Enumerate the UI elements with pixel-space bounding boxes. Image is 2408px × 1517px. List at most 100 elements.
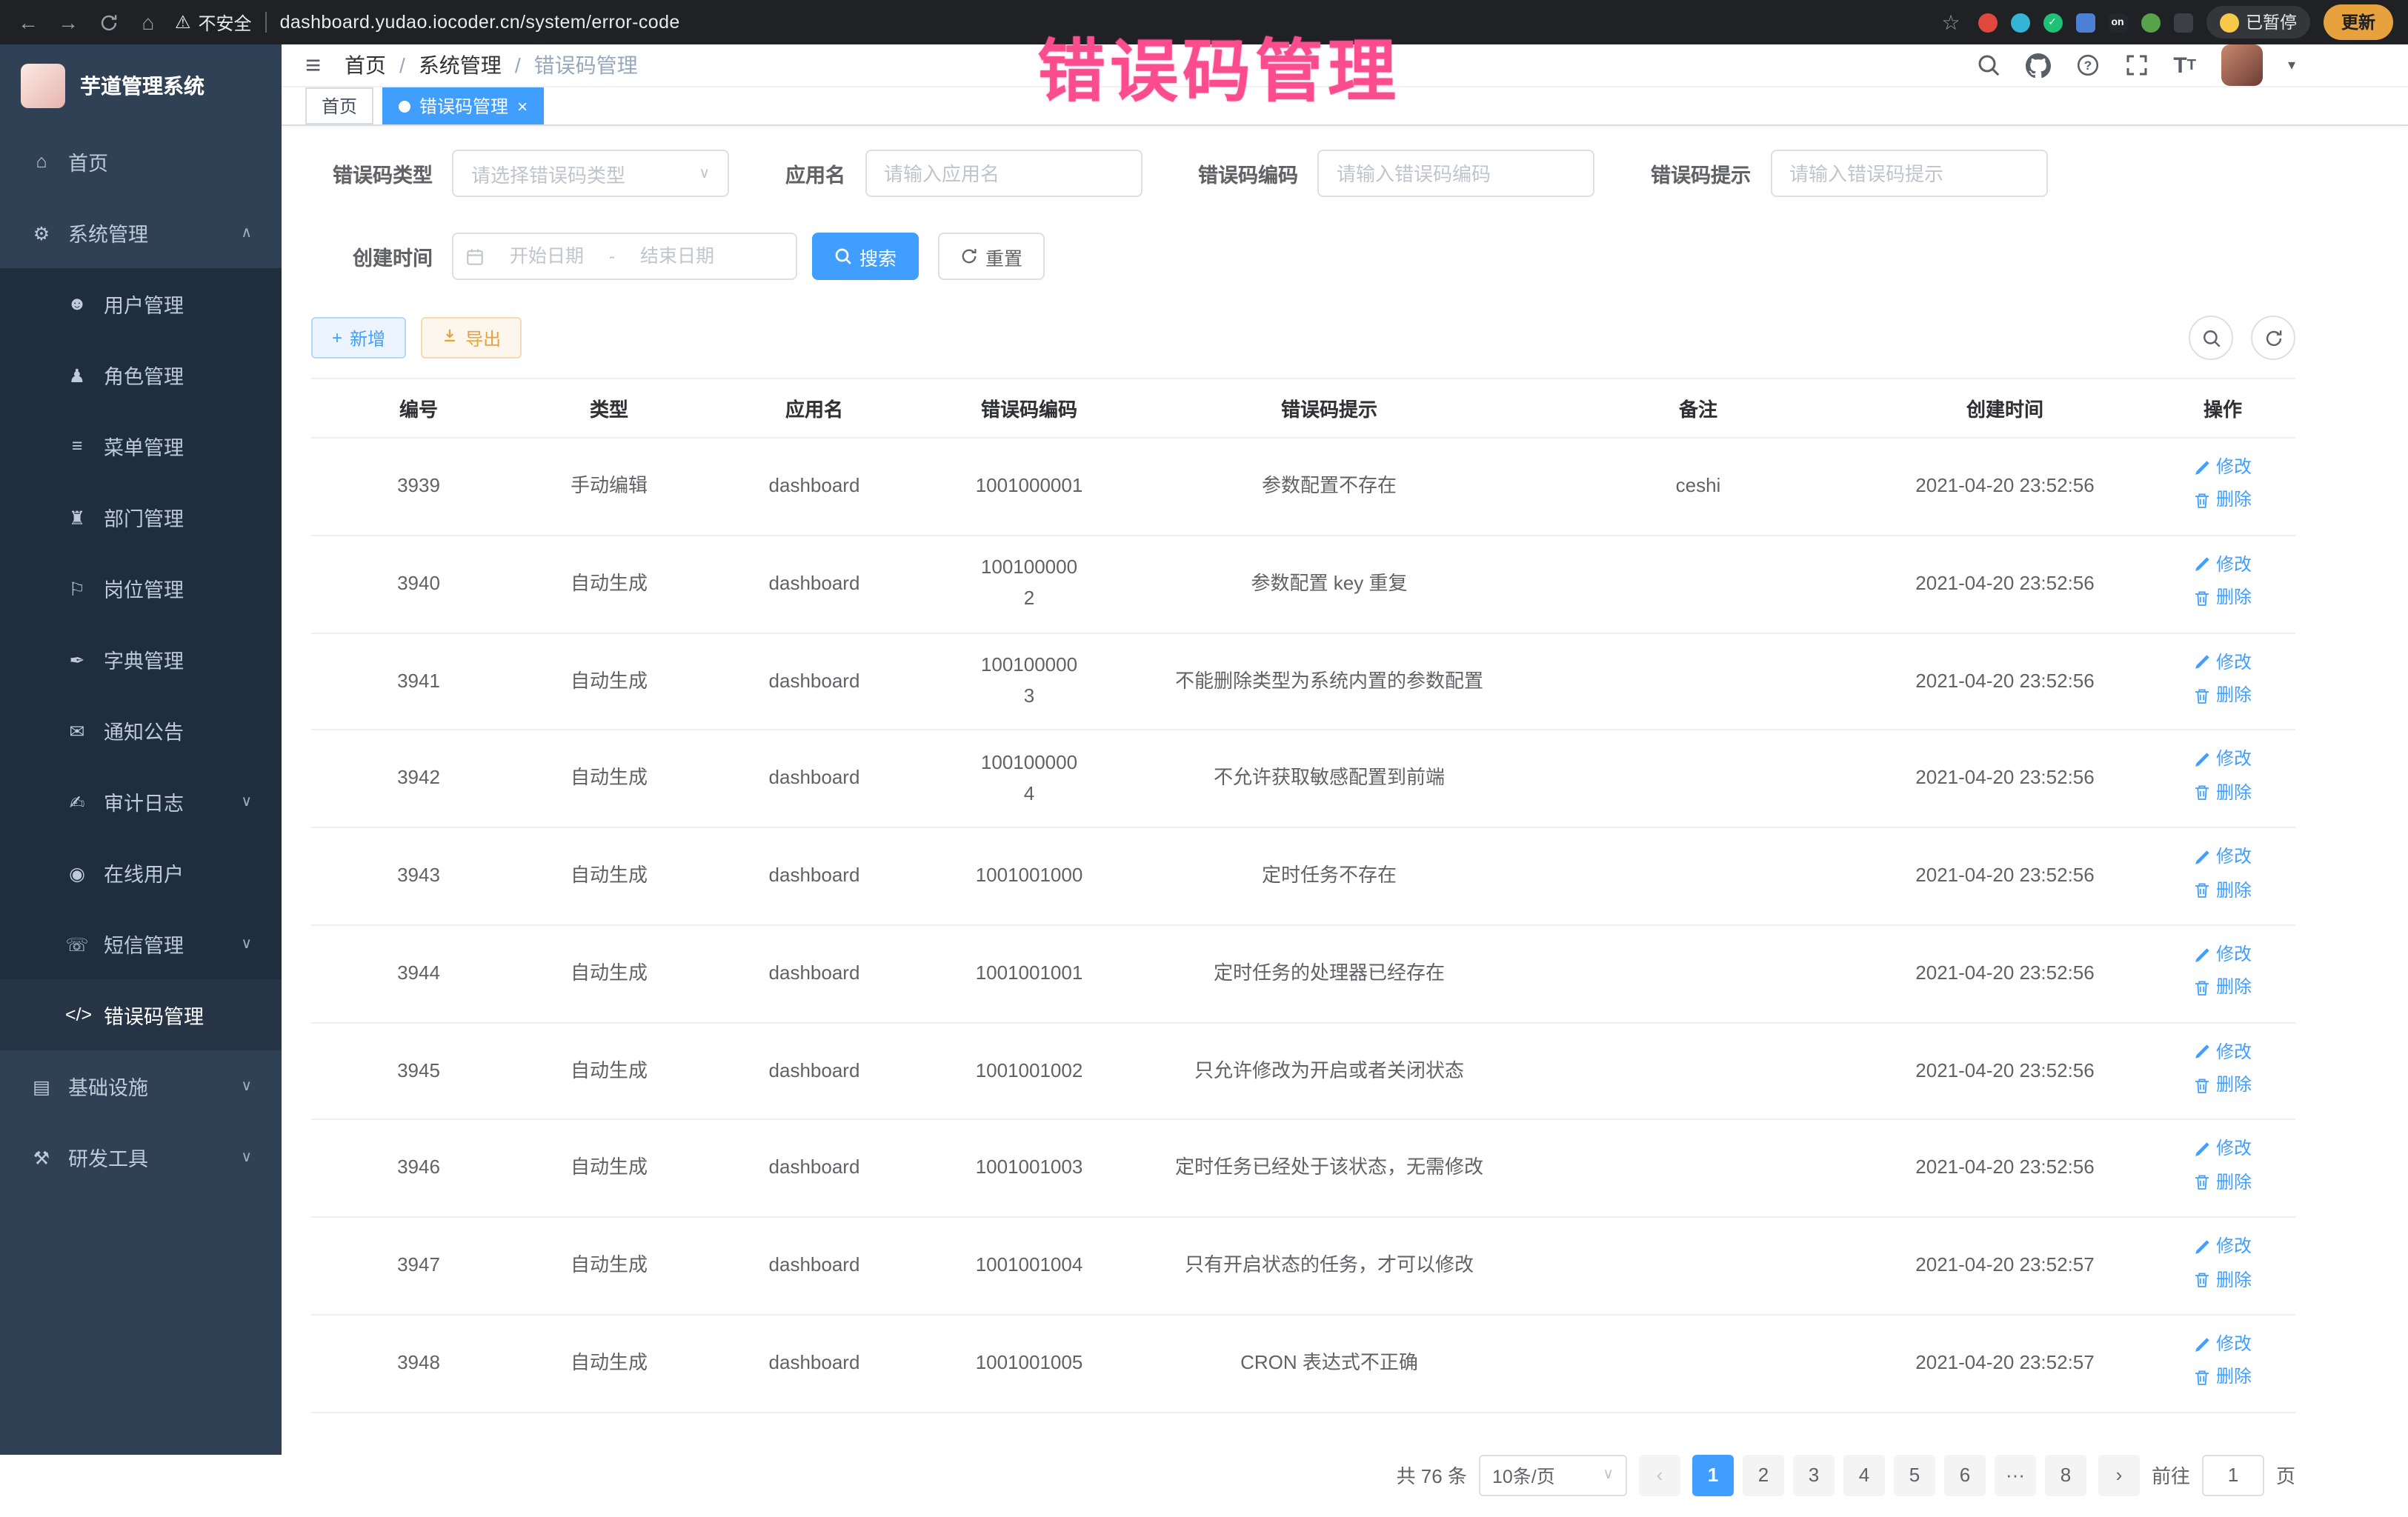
help-icon[interactable]: ? bbox=[2075, 53, 2099, 77]
pager-page-button[interactable]: 8 bbox=[2045, 1455, 2086, 1496]
tab-error-code[interactable]: 错误码管理 × bbox=[382, 87, 544, 124]
add-button[interactable]: + 新增 bbox=[311, 317, 406, 359]
cell-time: 2021-04-20 23:52:56 bbox=[1860, 633, 2150, 730]
edit-link[interactable]: 修改 bbox=[2194, 453, 2252, 481]
delete-link[interactable]: 删除 bbox=[2194, 1071, 2252, 1099]
sidebar-item-gear[interactable]: ⚙系统管理∧ bbox=[0, 197, 282, 268]
page-size-select[interactable]: 10条/页 ∨ bbox=[1479, 1455, 1627, 1496]
edit-link[interactable]: 修改 bbox=[2194, 648, 2252, 676]
paused-badge[interactable]: 已暂停 bbox=[2206, 6, 2310, 39]
end-date-input[interactable] bbox=[618, 246, 736, 267]
logo-row[interactable]: 芋道管理系统 bbox=[0, 44, 282, 126]
start-date-input[interactable] bbox=[488, 246, 606, 267]
sidebar-item-user[interactable]: ☻用户管理 bbox=[0, 268, 282, 339]
extension-blue-grid-icon[interactable] bbox=[2075, 13, 2095, 32]
update-button[interactable]: 更新 bbox=[2324, 4, 2393, 40]
edit-link[interactable]: 修改 bbox=[2194, 1233, 2252, 1261]
refresh-table-button[interactable] bbox=[2251, 316, 2295, 360]
bookmark-star-icon[interactable]: ☆ bbox=[1938, 10, 1964, 35]
date-range-picker[interactable]: - bbox=[452, 233, 797, 280]
app-name-input[interactable] bbox=[865, 150, 1142, 197]
breadcrumb-item-home[interactable]: 首页 bbox=[345, 50, 386, 80]
delete-link[interactable]: 删除 bbox=[2194, 487, 2252, 515]
search-icon[interactable] bbox=[1976, 53, 2000, 77]
url-bar[interactable]: dashboard.yudao.iocoder.cn/system/error-… bbox=[280, 12, 680, 33]
extension-red-icon[interactable] bbox=[1978, 13, 1997, 32]
sidebar-item-label: 部门管理 bbox=[104, 502, 184, 532]
sidebar-item-post[interactable]: ⚐岗位管理 bbox=[0, 553, 282, 624]
pager-page-button[interactable]: 2 bbox=[1743, 1455, 1784, 1496]
pager-page-button[interactable]: 3 bbox=[1793, 1455, 1835, 1496]
cell-time: 2021-04-20 23:52:56 bbox=[1860, 1120, 2150, 1218]
sidebar-item-notice[interactable]: ✉通知公告 bbox=[0, 695, 282, 766]
edit-link[interactable]: 修改 bbox=[2194, 843, 2252, 871]
forward-icon[interactable]: → bbox=[55, 10, 82, 34]
sidebar-item-home[interactable]: ⌂首页 bbox=[0, 126, 282, 197]
extension-on-badge-icon[interactable]: on bbox=[2108, 13, 2127, 32]
error-code-input[interactable] bbox=[1317, 150, 1594, 197]
edit-link[interactable]: 修改 bbox=[2194, 746, 2252, 774]
error-type-select[interactable]: 请选择错误码类型 ∨ bbox=[452, 150, 729, 197]
sidebar-item-audit-log[interactable]: ✍审计日志∨ bbox=[0, 766, 282, 837]
filter-row-1: 错误码类型 请选择错误码类型 ∨ 应用名 错误码编码 错误码提示 bbox=[311, 150, 2295, 197]
delete-link[interactable]: 删除 bbox=[2194, 778, 2252, 807]
pager-page-button[interactable]: 4 bbox=[1843, 1455, 1885, 1496]
edit-link[interactable]: 修改 bbox=[2194, 1038, 2252, 1066]
error-message-input[interactable] bbox=[1770, 150, 2047, 197]
delete-link[interactable]: 删除 bbox=[2194, 1266, 2252, 1294]
toggle-search-button[interactable] bbox=[2189, 316, 2233, 360]
hamburger-icon[interactable]: ≡ bbox=[305, 50, 321, 81]
pager-page-button[interactable]: 6 bbox=[1944, 1455, 1986, 1496]
calendar-icon bbox=[465, 247, 485, 266]
back-icon[interactable]: ← bbox=[15, 10, 41, 34]
delete-link[interactable]: 删除 bbox=[2194, 584, 2252, 612]
pager-page-button[interactable]: 1 bbox=[1692, 1455, 1734, 1496]
sidebar-item-department[interactable]: ♜部门管理 bbox=[0, 481, 282, 553]
breadcrumb-item-system[interactable]: 系统管理 bbox=[419, 50, 502, 80]
cell-app: dashboard bbox=[692, 536, 937, 633]
extension-teal-icon[interactable] bbox=[2010, 13, 2029, 32]
sidebar-item-dictionary[interactable]: ✒字典管理 bbox=[0, 624, 282, 695]
fullscreen-icon[interactable] bbox=[2124, 53, 2148, 77]
sidebar-item-menu-list[interactable]: ≡菜单管理 bbox=[0, 410, 282, 481]
delete-link[interactable]: 删除 bbox=[2194, 876, 2252, 904]
export-button[interactable]: 导出 bbox=[421, 317, 522, 359]
delete-link[interactable]: 删除 bbox=[2194, 974, 2252, 1002]
reload-icon[interactable] bbox=[95, 13, 122, 32]
edit-link[interactable]: 修改 bbox=[2194, 551, 2252, 579]
goto-page-input[interactable] bbox=[2202, 1455, 2264, 1496]
close-icon[interactable]: × bbox=[517, 97, 528, 115]
font-size-icon[interactable]: TT bbox=[2173, 53, 2196, 78]
sidebar-item-label: 短信管理 bbox=[104, 929, 184, 958]
sidebar-item-label: 通知公告 bbox=[104, 716, 184, 745]
extension-green-check-icon[interactable]: ✓ bbox=[2043, 13, 2062, 32]
reset-button[interactable]: 重置 bbox=[938, 233, 1045, 280]
pager-page-button[interactable]: 5 bbox=[1894, 1455, 1935, 1496]
sidebar-item-online-user[interactable]: ◉在线用户 bbox=[0, 837, 282, 908]
delete-link[interactable]: 删除 bbox=[2194, 681, 2252, 710]
avatar[interactable] bbox=[2221, 44, 2263, 86]
extension-leaf-icon[interactable] bbox=[2141, 13, 2160, 32]
sidebar-item-role[interactable]: ♟角色管理 bbox=[0, 339, 282, 410]
edit-link[interactable]: 修改 bbox=[2194, 1136, 2252, 1164]
delete-link[interactable]: 删除 bbox=[2194, 1364, 2252, 1392]
sidebar-item-infrastructure[interactable]: ▤基础设施∨ bbox=[0, 1050, 282, 1121]
sidebar-item-dev-tools[interactable]: ⚒研发工具∨ bbox=[0, 1121, 282, 1193]
next-page-button[interactable]: › bbox=[2098, 1455, 2140, 1496]
cell-type: 手动编辑 bbox=[526, 438, 692, 536]
pager-more-button[interactable]: ··· bbox=[1995, 1455, 2036, 1496]
home-icon[interactable]: ⌂ bbox=[135, 10, 162, 34]
search-button[interactable]: 搜索 bbox=[812, 233, 919, 280]
sidebar-item-sms[interactable]: ☏短信管理∨ bbox=[0, 908, 282, 979]
tab-home[interactable]: 首页 bbox=[305, 87, 373, 124]
edit-link[interactable]: 修改 bbox=[2194, 1330, 2252, 1358]
sidebar-item-error-code[interactable]: </>错误码管理 bbox=[0, 979, 282, 1050]
delete-link[interactable]: 删除 bbox=[2194, 1169, 2252, 1197]
edit-link[interactable]: 修改 bbox=[2194, 941, 2252, 969]
github-icon[interactable] bbox=[2025, 53, 2050, 78]
extensions-area: ✓ on bbox=[1978, 13, 2192, 32]
cell-remark bbox=[1537, 536, 1860, 633]
security-warning[interactable]: ⚠ 不安全 bbox=[175, 10, 252, 35]
prev-page-button[interactable]: ‹ bbox=[1639, 1455, 1680, 1496]
extension-pin-icon[interactable] bbox=[2173, 13, 2192, 32]
